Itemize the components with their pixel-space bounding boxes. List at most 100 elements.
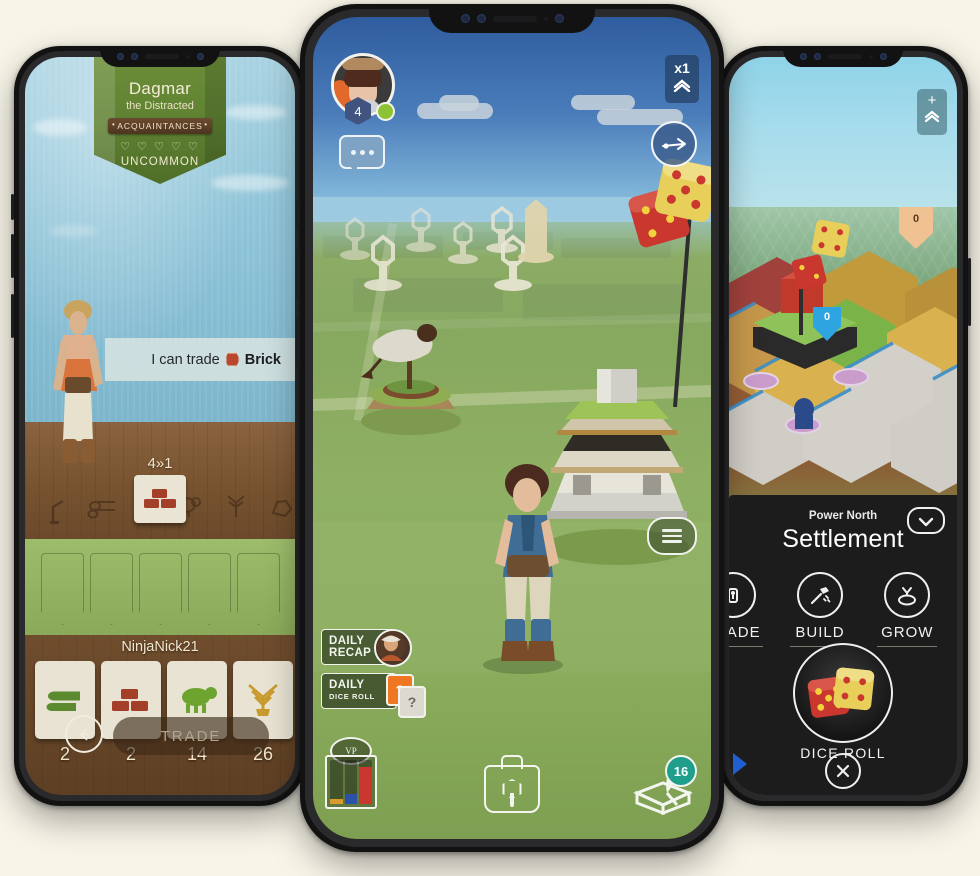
vp-fill bbox=[359, 767, 373, 804]
player-avatar-badge[interactable]: 4 bbox=[331, 53, 395, 125]
character-portrait-icon bbox=[374, 629, 412, 667]
statue-monument[interactable] bbox=[345, 317, 475, 437]
volume-down-button[interactable] bbox=[296, 248, 300, 300]
trade-slot[interactable] bbox=[237, 553, 280, 625]
action-grow-label: GROW bbox=[881, 624, 934, 641]
player-character[interactable] bbox=[465, 459, 605, 679]
vp-column bbox=[344, 760, 358, 804]
hearts-row: ♡ ♡ ♡ ♡ ♡ bbox=[120, 141, 200, 153]
lumber-icon bbox=[87, 497, 119, 524]
camera-icon bbox=[196, 53, 204, 60]
brick-icon bbox=[112, 689, 148, 711]
camera-icon bbox=[813, 53, 821, 60]
silent-switch[interactable] bbox=[296, 316, 300, 368]
action-build[interactable]: BUILD bbox=[784, 572, 856, 647]
quest-log-button[interactable]: 16 bbox=[633, 755, 697, 816]
vp-fill bbox=[344, 794, 358, 804]
speaker-icon bbox=[144, 54, 179, 59]
victory-points-button[interactable]: VP bbox=[325, 737, 377, 809]
power-button[interactable] bbox=[968, 258, 971, 326]
cloud bbox=[225, 105, 287, 120]
two-dice-icon bbox=[807, 667, 875, 718]
dice-roll-button[interactable] bbox=[793, 643, 893, 743]
center-phone: 4 x1 DAILY RECAP DAILY DICE ROLL ? VP 16 bbox=[296, 4, 728, 852]
action-grow[interactable]: GROW bbox=[871, 572, 943, 647]
left-phone-screen[interactable]: Dagmar the Distracted ACQUAINTANCES ♡ ♡ … bbox=[25, 57, 295, 795]
action-underline bbox=[877, 646, 938, 647]
close-panel-button[interactable] bbox=[825, 753, 861, 789]
camera-icon bbox=[799, 53, 807, 60]
online-status-dot bbox=[378, 104, 393, 119]
quest-count-badge: 16 bbox=[665, 755, 697, 787]
daily-recap-button[interactable]: DAILY RECAP bbox=[321, 629, 412, 667]
silent-switch[interactable] bbox=[11, 294, 14, 338]
chat-button[interactable] bbox=[339, 135, 385, 176]
camera-icon bbox=[879, 53, 887, 60]
lumber-icon bbox=[46, 691, 80, 711]
cloud bbox=[49, 225, 97, 237]
speaker-icon bbox=[827, 54, 862, 59]
offer-card[interactable] bbox=[134, 475, 186, 523]
character-banner: Dagmar the Distracted ACQUAINTANCES ♡ ♡ … bbox=[94, 57, 226, 184]
npc-character[interactable] bbox=[43, 293, 113, 468]
camera-icon bbox=[460, 14, 470, 23]
vp-column bbox=[359, 760, 373, 804]
blue-pointer-arrow bbox=[733, 753, 747, 775]
chevron-up-icon bbox=[673, 79, 691, 93]
trade-dialog-bar: I can trade Brick bbox=[105, 338, 295, 381]
zoom-button[interactable]: + bbox=[917, 89, 947, 135]
trade-slot[interactable] bbox=[139, 553, 182, 625]
backpack-button[interactable] bbox=[484, 755, 540, 813]
sensor-icon bbox=[868, 54, 873, 59]
player-name: NinjaNick21 bbox=[121, 639, 199, 655]
camera-icon bbox=[116, 53, 124, 60]
trade-slot[interactable] bbox=[188, 553, 231, 625]
power-button[interactable] bbox=[724, 264, 728, 342]
sensor-icon bbox=[543, 16, 548, 21]
action-trade-label: TRADE bbox=[729, 624, 761, 641]
cloud bbox=[439, 95, 479, 111]
trade-slot-area bbox=[25, 539, 295, 635]
center-phone-screen[interactable]: 4 x1 DAILY RECAP DAILY DICE ROLL ? VP 16 bbox=[313, 17, 711, 839]
right-phone: + 0 0 Power North Settlement ADE BUILD G… bbox=[718, 46, 971, 806]
trade-ratio-label: 4»1 bbox=[147, 455, 173, 472]
action-build-label: BUILD bbox=[795, 624, 845, 641]
sensor-icon bbox=[185, 54, 190, 59]
trade-dialog-text: I can trade Brick bbox=[151, 352, 281, 368]
trade-slot[interactable] bbox=[90, 553, 133, 625]
menu-line bbox=[662, 529, 682, 532]
volume-up-button[interactable] bbox=[296, 200, 300, 230]
grow-icon bbox=[884, 572, 931, 618]
camera-icon bbox=[130, 53, 138, 60]
trade-icon bbox=[729, 572, 756, 618]
settlement-panel: Power North Settlement TRADE BUILD bbox=[729, 495, 957, 795]
back-arrow-icon bbox=[79, 728, 89, 740]
left-phone-notch bbox=[100, 46, 220, 67]
ore-tool-icon bbox=[49, 499, 77, 530]
right-phone-screen[interactable]: + 0 0 Power North Settlement ADE BUILD G… bbox=[729, 57, 957, 795]
trade-slot[interactable] bbox=[41, 553, 84, 625]
relationship-plaque: ACQUAINTANCES bbox=[108, 118, 212, 134]
speaker-icon bbox=[492, 15, 537, 22]
chat-dot bbox=[350, 149, 356, 155]
ore-icon bbox=[269, 497, 295, 524]
backpack-stem bbox=[510, 793, 514, 807]
back-button[interactable] bbox=[65, 715, 103, 753]
volume-up-button[interactable] bbox=[11, 194, 14, 220]
avatar-hat bbox=[342, 58, 384, 70]
cloud bbox=[571, 95, 635, 110]
wool-icon bbox=[182, 687, 217, 713]
trade-button[interactable]: TRADE bbox=[113, 717, 269, 755]
speed-multiplier-button[interactable]: x1 bbox=[665, 55, 699, 103]
volume-down-button[interactable] bbox=[11, 234, 14, 278]
game-menu-button[interactable] bbox=[647, 517, 697, 555]
action-trade[interactable]: TRADE bbox=[729, 572, 769, 647]
rarity-label: UNCOMMON bbox=[120, 156, 200, 168]
collapse-panel-button[interactable] bbox=[907, 507, 945, 534]
chevron-down-icon bbox=[918, 517, 934, 526]
character-name: Dagmar bbox=[128, 79, 192, 98]
daily-dice-roll-button[interactable]: DAILY DICE ROLL ? ? bbox=[321, 673, 426, 718]
close-x-icon bbox=[836, 764, 850, 778]
vp-fill bbox=[330, 798, 343, 804]
compass-button[interactable] bbox=[651, 121, 697, 167]
